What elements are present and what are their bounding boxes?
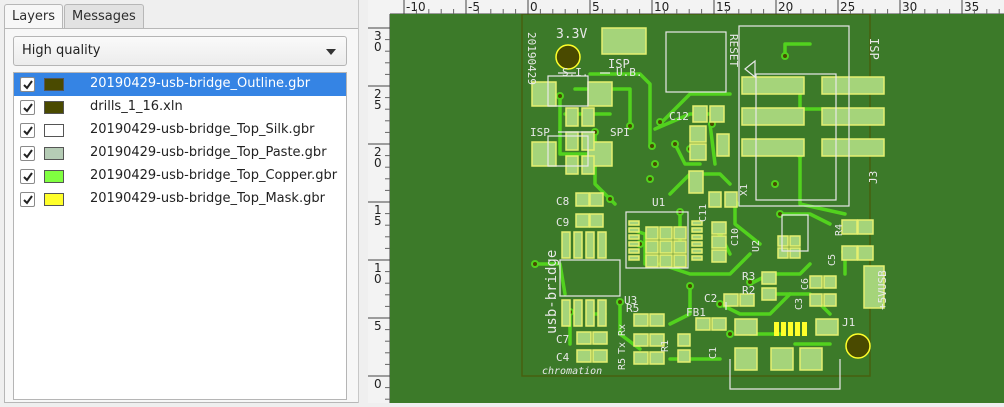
silk-fb1: FB1 <box>686 306 706 319</box>
layer-name: 20190429-usb-bridge_Outline.gbr <box>90 76 311 91</box>
silk-u2: U2 <box>751 240 762 252</box>
silk-r4: R4 <box>834 224 845 236</box>
silk-j1: J1 <box>842 316 855 329</box>
ruler-label: 0 <box>374 272 382 286</box>
silk-c4: C4 <box>556 351 570 364</box>
layer-name: drills_1_16.xln <box>90 99 183 114</box>
silk-c1: C1 <box>708 347 719 359</box>
ruler-label: 0 <box>374 156 382 170</box>
silk-r2: R2 <box>742 284 755 297</box>
silk-date: 20190429 <box>525 32 538 85</box>
layer-name: 20190429-usb-bridge_Top_Paste.gbr <box>90 145 327 160</box>
panel-splitter[interactable] <box>358 0 368 403</box>
silk-tx: Tx <box>617 342 628 354</box>
tab-layers[interactable]: Layers <box>4 4 64 30</box>
layer-name: 20190429-usb-bridge_Top_Silk.gbr <box>90 122 315 137</box>
ruler-label: 15 <box>716 0 731 14</box>
silk-ub: U.B. <box>616 66 643 79</box>
silk-r1: R1 <box>660 340 671 352</box>
ruler-corner <box>368 0 390 14</box>
silk-c12: C12 <box>669 110 689 123</box>
silk-isp-left: ISP <box>530 126 550 139</box>
panel-tabs: Layers Messages <box>4 4 145 30</box>
silk-c8: C8 <box>556 195 569 208</box>
silk-r5: R5 <box>626 302 639 315</box>
ruler-label: 0 <box>374 377 382 391</box>
silk-c2: C2 <box>704 292 717 305</box>
silk-c9: C9 <box>556 216 569 229</box>
gerber-canvas-area: -10 -5 0 5 10 15 20 25 30 35 302520151050 <box>368 0 1004 403</box>
silk-c7: C7 <box>556 333 569 346</box>
silk-plus5: +5VUSB <box>876 270 889 310</box>
ruler-label: 20 <box>778 0 793 14</box>
ruler-label: 5 <box>374 319 382 333</box>
silk-isp-right: ISP <box>867 38 881 60</box>
silk-c10: C10 <box>730 228 741 246</box>
silk-board-name: usb-bridge <box>544 250 560 334</box>
silk-c3: C3 <box>794 298 805 310</box>
layer-row[interactable]: 20190429-usb-bridge_Top_Mask.gbr <box>14 188 346 211</box>
layer-color-swatch[interactable] <box>44 101 64 114</box>
layer-visibility-checkbox[interactable] <box>20 169 35 184</box>
layer-row[interactable]: drills_1_16.xln <box>14 96 346 119</box>
ruler-label: 25 <box>840 0 855 14</box>
layer-color-swatch[interactable] <box>44 170 64 183</box>
chevron-down-icon <box>326 49 336 55</box>
layer-color-swatch[interactable] <box>44 193 64 206</box>
layer-row[interactable]: 20190429-usb-bridge_Top_Copper.gbr <box>14 165 346 188</box>
layer-visibility-checkbox[interactable] <box>20 100 35 115</box>
render-quality-select[interactable]: High quality <box>13 36 347 66</box>
layer-visibility-checkbox[interactable] <box>20 146 35 161</box>
layer-visibility-checkbox[interactable] <box>20 123 35 138</box>
ruler-label: 35 <box>964 0 979 14</box>
silk-reset: RESET <box>727 34 740 67</box>
silk-voltage: 3.3V <box>556 27 587 42</box>
layer-color-swatch[interactable] <box>44 78 64 91</box>
layer-list[interactable]: 20190429-usb-bridge_Outline.gbr drills_1_… <box>13 72 347 400</box>
board-viewport[interactable]: 3.3V 20190429 ISP S.I. U.B. RESET ISP IS… <box>390 13 1004 403</box>
layer-name: 20190429-usb-bridge_Top_Copper.gbr <box>90 168 338 183</box>
layer-visibility-checkbox[interactable] <box>20 192 35 207</box>
silk-c11: C11 <box>698 204 709 222</box>
ruler-label: 0 <box>530 0 538 14</box>
layer-row[interactable]: 20190429-usb-bridge_Top_Paste.gbr <box>14 142 346 165</box>
ruler-label: -10 <box>406 0 426 14</box>
tab-messages[interactable]: Messages <box>64 4 144 29</box>
ruler-label: 5 <box>374 98 382 112</box>
layer-name: 20190429-usb-bridge_Top_Mask.gbr <box>90 191 325 206</box>
silk-spi: SPI <box>610 126 630 139</box>
layers-tab-pane: High quality 20190429-usb-bridge_Outline… <box>4 28 358 403</box>
silk-r5b: R5 <box>617 358 628 370</box>
silk-c6: C6 <box>800 278 811 290</box>
layer-color-swatch[interactable] <box>44 124 64 137</box>
silk-r3: R3 <box>742 270 755 283</box>
layer-row[interactable]: 20190429-usb-bridge_Top_Silk.gbr <box>14 119 346 142</box>
ruler-label: 5 <box>374 214 382 228</box>
silk-rx: Rx <box>617 324 628 336</box>
render-quality-value: High quality <box>22 43 101 58</box>
silk-j3: J3 <box>867 171 880 184</box>
horizontal-ruler: -10 -5 0 5 10 15 20 25 30 35 <box>390 0 1004 14</box>
layers-panel: Layers Messages High quality 20190429-us… <box>0 0 358 403</box>
vertical-ruler: 302520151050 <box>368 14 390 403</box>
silk-u1: U1 <box>652 196 665 209</box>
ruler-label: 30 <box>902 0 917 14</box>
silk-logo: chromation <box>542 366 602 377</box>
silk-si: S.I. <box>562 66 589 79</box>
layer-color-swatch[interactable] <box>44 147 64 160</box>
layer-visibility-checkbox[interactable] <box>20 77 35 92</box>
silk-c5: C5 <box>827 254 838 266</box>
ruler-label: 10 <box>654 0 669 14</box>
layer-row[interactable]: 20190429-usb-bridge_Outline.gbr <box>14 73 346 96</box>
silk-x1: X1 <box>739 184 750 196</box>
ruler-label: 5 <box>592 0 600 14</box>
ruler-label: 0 <box>374 40 382 54</box>
